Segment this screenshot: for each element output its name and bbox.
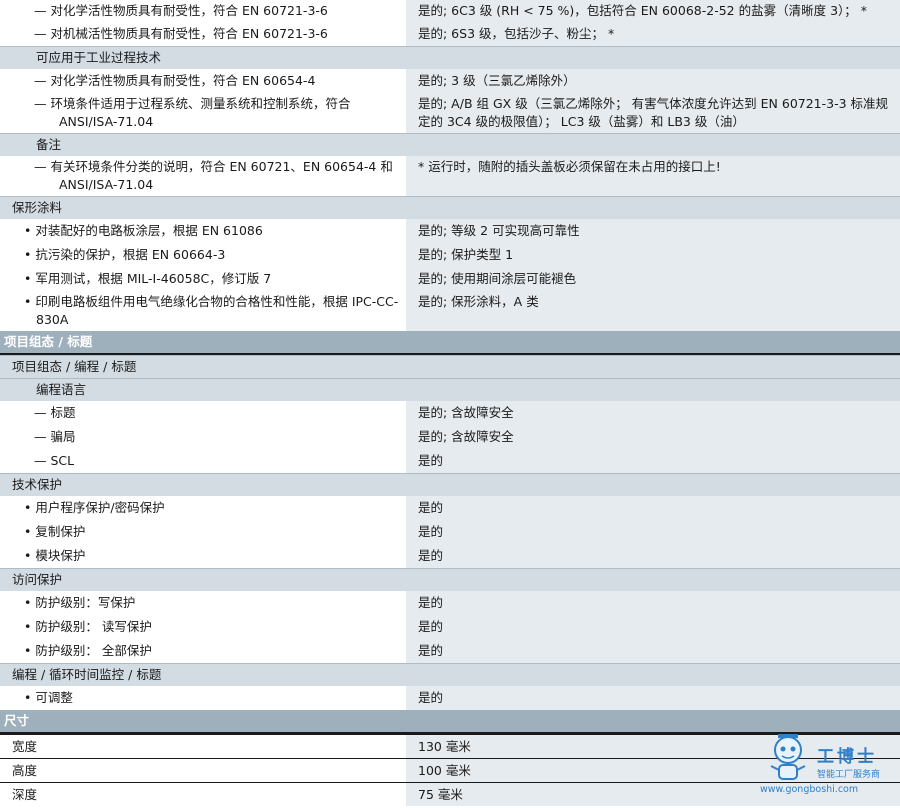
row-label: — 有关环境条件分类的说明，符合 EN 60721、EN 60654-4 和 A… xyxy=(34,159,393,192)
row-value: 是的; 3 级（三氯乙烯除外） xyxy=(406,69,900,93)
table-row: • 复制保护 是的 xyxy=(0,520,900,544)
table-row: • 防护级别： 读写保护 是的 xyxy=(0,615,900,639)
row-value: 是的 xyxy=(406,591,900,615)
row-label: — 环境条件适用于过程系统、测量系统和控制系统，符合 ANSI/ISA-71.0… xyxy=(34,96,351,129)
row-label: • 复制保护 xyxy=(24,524,86,539)
row-label: — 对化学活性物质具有耐受性，符合 EN 60654-4 xyxy=(34,73,316,88)
row-value: * 运行时，随附的插头盖板必须保留在未占用的接口上! xyxy=(406,156,900,196)
watermark-brand: 工博士 xyxy=(817,747,877,767)
header-label: 编程语言 xyxy=(36,382,87,397)
table-row: • 可调整 是的 xyxy=(0,686,900,710)
table-row: — 对化学活性物质具有耐受性，符合 EN 60721-3-6 是的; 6C3 级 … xyxy=(0,0,900,22)
row-value: 是的 xyxy=(406,520,900,544)
header-label: 访问保护 xyxy=(12,572,63,587)
bullet-icon: • xyxy=(24,500,36,515)
header-label: 技术保护 xyxy=(12,477,63,492)
row-label: 宽度 xyxy=(12,739,38,754)
header-label: 保形涂料 xyxy=(12,200,63,215)
row-value: 是的; 6C3 级 (RH < 75 %)，包括符合 EN 60068-2-52… xyxy=(406,0,900,22)
bullet-icon: • xyxy=(24,294,36,309)
row-value: 是的; A/B 组 GX 级（三氯乙烯除外； 有害气体浓度允许达到 EN 607… xyxy=(406,93,900,133)
row-value: 是的 xyxy=(406,449,900,473)
row-value: 是的 xyxy=(406,686,900,710)
spec-table: — 对化学活性物质具有耐受性，符合 EN 60721-3-6 是的; 6C3 级 … xyxy=(0,0,900,806)
header-label: 备注 xyxy=(36,137,62,152)
group-header: 保形涂料 xyxy=(0,196,900,219)
header-label: 编程 / 循环时间监控 / 标题 xyxy=(12,667,162,682)
row-value: 是的; 6S3 级，包括沙子、粉尘； * xyxy=(406,22,900,46)
row-label: • 防护级别： 读写保护 xyxy=(24,619,152,634)
row-value: 是的 xyxy=(406,615,900,639)
table-row: — 有关环境条件分类的说明，符合 EN 60721、EN 60654-4 和 A… xyxy=(0,156,900,196)
section-header: 项目组态 / 标题 xyxy=(0,331,900,355)
table-row: • 印刷电路板组件用电气绝缘化合物的合格性和性能，根据 IPC-CC-830A 是… xyxy=(0,291,900,331)
table-row: — 环境条件适用于过程系统、测量系统和控制系统，符合 ANSI/ISA-71.0… xyxy=(0,93,900,133)
row-label: — 对机械活性物质具有耐受性，符合 EN 60721-3-6 xyxy=(34,26,328,41)
row-value: 是的; 等级 2 可实现高可靠性 xyxy=(406,219,900,243)
table-row: • 军用测试，根据 MIL-I-46058C，修订版 7 是的; 使用期间涂层可能… xyxy=(0,267,900,291)
group-header: 技术保护 xyxy=(0,473,900,496)
row-label: • 可调整 xyxy=(24,690,73,705)
header-label: 可应用于工业过程技术 xyxy=(36,50,162,65)
row-value: 是的; 含故障安全 xyxy=(406,401,900,425)
robot-mascot-icon xyxy=(770,734,806,780)
row-value: 是的; 含故障安全 xyxy=(406,425,900,449)
table-row: — SCL 是的 xyxy=(0,449,900,473)
table-row: — 对机械活性物质具有耐受性，符合 EN 60721-3-6 是的; 6S3 级，… xyxy=(0,22,900,46)
row-label: 高度 xyxy=(12,763,38,778)
row-value: 是的; 保形涂料，A 类 xyxy=(406,291,900,331)
header-label: 尺寸 xyxy=(4,713,30,728)
group-header: 项目组态 / 编程 / 标题 xyxy=(0,355,900,378)
row-label: • 防护级别： 全部保护 xyxy=(24,643,152,658)
row-label: • 抗污染的保护，根据 EN 60664-3 xyxy=(24,247,226,262)
row-value: 是的 xyxy=(406,639,900,663)
row-label: — 骗局 xyxy=(34,429,76,444)
row-label: • 用户程序保护/密码保护 xyxy=(24,500,165,515)
row-label: • 模块保护 xyxy=(24,548,86,563)
table-row: — 对化学活性物质具有耐受性，符合 EN 60654-4 是的; 3 级（三氯乙烯… xyxy=(0,69,900,93)
bullet-icon: • xyxy=(24,223,36,238)
bullet-icon: • xyxy=(24,643,36,658)
table-row: — 骗局 是的; 含故障安全 xyxy=(0,425,900,449)
row-value: 是的; 保护类型 1 xyxy=(406,243,900,267)
header-label: 项目组态 / 标题 xyxy=(4,334,93,349)
row-label: • 防护级别：写保护 xyxy=(24,595,136,610)
table-row: • 防护级别：写保护 是的 xyxy=(0,591,900,615)
row-label: • 军用测试，根据 MIL-I-46058C，修订版 7 xyxy=(24,271,272,286)
row-value: 是的 xyxy=(406,544,900,568)
group-header: 访问保护 xyxy=(0,568,900,591)
row-label: • 印刷电路板组件用电气绝缘化合物的合格性和性能，根据 IPC-CC-830A xyxy=(24,294,399,327)
table-row: — 标题 是的; 含故障安全 xyxy=(0,401,900,425)
group-header: 备注 xyxy=(0,133,900,156)
bullet-icon: • xyxy=(24,271,36,286)
row-label: — 标题 xyxy=(34,405,76,420)
group-header: 编程语言 xyxy=(0,378,900,401)
row-label: 深度 xyxy=(12,787,38,802)
bullet-icon: • xyxy=(24,548,36,563)
row-value: 是的; 使用期间涂层可能褪色 xyxy=(406,267,900,291)
row-label: — SCL xyxy=(34,453,75,468)
row-value: 是的 xyxy=(406,496,900,520)
table-row: • 模块保护 是的 xyxy=(0,544,900,568)
table-row: • 对装配好的电路板涂层，根据 EN 61086 是的; 等级 2 可实现高可靠性 xyxy=(0,219,900,243)
watermark: 工博士 智能工厂服务商 www.gongboshi.com xyxy=(760,730,900,810)
bullet-icon: • xyxy=(24,595,36,610)
header-label: 项目组态 / 编程 / 标题 xyxy=(12,359,137,374)
bullet-icon: • xyxy=(24,690,36,705)
group-header: 编程 / 循环时间监控 / 标题 xyxy=(0,663,900,686)
table-row: • 防护级别： 全部保护 是的 xyxy=(0,639,900,663)
row-label: — 对化学活性物质具有耐受性，符合 EN 60721-3-6 xyxy=(34,3,328,18)
table-row: • 用户程序保护/密码保护 是的 xyxy=(0,496,900,520)
watermark-tagline: 智能工厂服务商 xyxy=(817,770,881,780)
bullet-icon: • xyxy=(24,247,36,262)
bullet-icon: • xyxy=(24,619,36,634)
group-header: 可应用于工业过程技术 xyxy=(0,46,900,69)
row-label: • 对装配好的电路板涂层，根据 EN 61086 xyxy=(24,223,263,238)
bullet-icon: • xyxy=(24,524,36,539)
table-row: • 抗污染的保护，根据 EN 60664-3 是的; 保护类型 1 xyxy=(0,243,900,267)
watermark-url: www.gongboshi.com xyxy=(760,784,859,795)
